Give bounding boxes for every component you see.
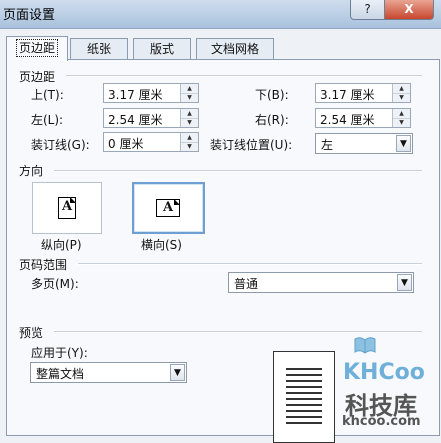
window-title: 页面设置 <box>3 8 56 23</box>
spin-down-icon[interactable]: ▼ <box>181 93 198 102</box>
tab-paper[interactable]: 纸张 <box>70 38 128 59</box>
landscape-button[interactable]: A <box>132 182 205 234</box>
gutter-input[interactable]: 0 厘米 ▲ ▼ <box>103 132 199 152</box>
help-button[interactable]: ? <box>350 0 385 20</box>
left-margin-spinner[interactable]: ▲ ▼ <box>180 109 198 127</box>
spin-down-icon[interactable]: ▼ <box>393 118 410 127</box>
tab-margins-label: 页边距 <box>15 39 59 57</box>
bottom-margin-spinner[interactable]: ▲ ▼ <box>392 84 410 102</box>
margins-divider <box>66 75 422 77</box>
tab-layout-label: 版式 <box>149 42 174 56</box>
preview-text-line <box>286 380 322 382</box>
preview-text-line <box>286 416 322 418</box>
book-icon <box>354 337 376 354</box>
preview-section-title: 预览 <box>19 326 44 340</box>
preview-text-line <box>286 410 322 412</box>
apply-to-label: 应用于(Y): <box>31 346 88 360</box>
page-landscape-icon: A <box>156 199 180 217</box>
chevron-down-icon[interactable]: ▼ <box>396 135 411 152</box>
orientation-divider <box>54 170 422 172</box>
spin-down-icon[interactable]: ▼ <box>393 93 410 102</box>
tab-document-grid-label: 文档网格 <box>210 42 259 56</box>
bottom-margin-input[interactable]: 3.17 厘米 ▲ ▼ <box>315 83 411 103</box>
watermark-url: khcoo.com <box>342 414 421 429</box>
preview-text-line <box>286 392 322 394</box>
preview-text-line <box>286 422 322 424</box>
pages-section-title: 页码范围 <box>19 258 68 272</box>
watermark-brand: KHCoo <box>343 360 425 385</box>
spin-down-icon[interactable]: ▼ <box>181 142 198 151</box>
apply-to-select[interactable]: 整篇文档 ▼ <box>30 362 187 383</box>
title-bar: 页面设置 ? X <box>0 0 441 29</box>
right-margin-spinner[interactable]: ▲ ▼ <box>392 109 410 127</box>
preview-text-line <box>286 374 322 376</box>
top-margin-spinner[interactable]: ▲ ▼ <box>180 84 198 102</box>
gutter-value: 0 厘米 <box>108 137 144 151</box>
orientation-section-title: 方向 <box>19 164 44 178</box>
apply-to-value: 整篇文档 <box>36 367 85 381</box>
gutter-position-select[interactable]: 左 ▼ <box>315 133 413 154</box>
gutter-position-label: 装订线位置(U): <box>210 138 293 152</box>
right-margin-value: 2.54 厘米 <box>320 113 375 127</box>
portrait-button[interactable]: A <box>32 182 102 234</box>
preview-text-line <box>286 386 322 388</box>
bottom-margin-label: 下(B): <box>255 88 289 102</box>
gutter-position-value: 左 <box>321 138 334 152</box>
close-button[interactable]: X <box>384 0 434 20</box>
page-icon-letter: A <box>61 199 73 214</box>
tab-document-grid[interactable]: 文档网格 <box>196 38 274 59</box>
bottom-margin-value: 3.17 厘米 <box>320 88 375 102</box>
preview-divider <box>54 331 422 333</box>
chevron-down-icon[interactable]: ▼ <box>397 274 412 291</box>
right-margin-label: 右(R): <box>255 113 289 127</box>
chevron-down-icon[interactable]: ▼ <box>170 364 185 381</box>
margins-section-title: 页边距 <box>19 70 56 84</box>
portrait-label: 纵向(P) <box>41 238 82 252</box>
top-margin-value: 3.17 厘米 <box>108 88 163 102</box>
pages-divider <box>78 263 422 265</box>
multiple-pages-value: 普通 <box>234 277 259 291</box>
page-icon-letter: A <box>162 200 174 215</box>
multiple-pages-label: 多页(M): <box>31 277 79 291</box>
page-preview <box>273 351 335 443</box>
spin-down-icon[interactable]: ▼ <box>181 118 198 127</box>
preview-text-line <box>286 368 322 370</box>
tab-layout[interactable]: 版式 <box>133 38 191 59</box>
right-margin-input[interactable]: 2.54 厘米 ▲ ▼ <box>315 108 411 128</box>
preview-text-line <box>286 404 322 406</box>
left-margin-label: 左(L): <box>31 113 64 127</box>
left-margin-value: 2.54 厘米 <box>108 113 163 127</box>
top-margin-input[interactable]: 3.17 厘米 ▲ ▼ <box>103 83 199 103</box>
multiple-pages-select[interactable]: 普通 ▼ <box>228 272 414 293</box>
top-margin-label: 上(T): <box>31 88 64 102</box>
tab-paper-label: 纸张 <box>86 42 111 56</box>
landscape-label: 横向(S) <box>141 238 182 252</box>
preview-text-line <box>286 398 322 400</box>
page-portrait-icon: A <box>58 197 76 219</box>
tab-margins[interactable]: 页边距 <box>6 36 68 61</box>
gutter-label: 装订线(G): <box>31 138 90 152</box>
left-margin-input[interactable]: 2.54 厘米 ▲ ▼ <box>103 108 199 128</box>
gutter-spinner[interactable]: ▲ ▼ <box>180 133 198 151</box>
